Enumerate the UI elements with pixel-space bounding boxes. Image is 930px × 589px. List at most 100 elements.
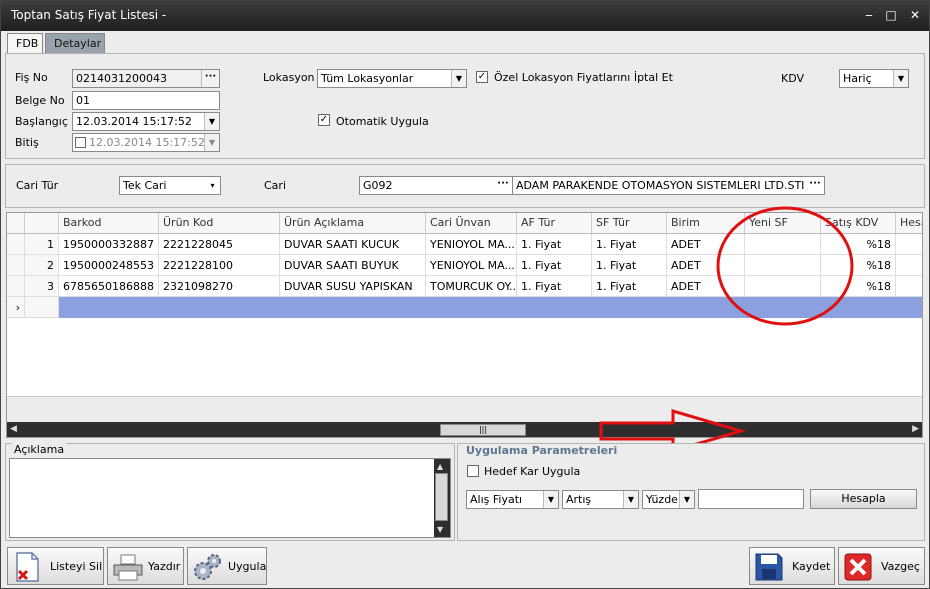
cell-barkod[interactable]: 1950000332887 [59,234,159,255]
uygula-button[interactable]: Uygula [187,547,267,585]
otomatik-uygula-checkbox[interactable]: ✓ [318,114,330,126]
cell-aciklama[interactable]: DUVAR SUSU YAPISKAN [280,276,426,297]
textarea-scroll-thumb[interactable] [435,473,448,521]
col-header-sf-tur[interactable]: SF Tür [592,213,667,234]
cell-hesa[interactable] [896,276,922,297]
cell-urun-kod[interactable]: 2221228100 [159,255,280,276]
row-indicator[interactable] [7,276,25,297]
cell-aciklama[interactable]: DUVAR SAATI KUCUK [280,234,426,255]
cell-n[interactable]: 1 [25,234,59,255]
cell-barkod[interactable]: 1950000248553 [59,255,159,276]
yazdir-button[interactable]: Yazdır [107,547,184,585]
vazgec-button[interactable]: Vazgeç [838,547,925,585]
cell-yeni-sf[interactable] [745,234,821,255]
amount-input[interactable] [698,489,804,509]
bitis-enable-checkbox[interactable] [75,137,86,148]
cell-barkod[interactable]: 6785650186888 [59,276,159,297]
params-title: Uygulama Parametreleri [466,444,618,457]
cell-yeni-sf[interactable] [745,255,821,276]
cell-satis-kdv[interactable]: %18 [821,276,896,297]
cell-af-tur[interactable]: 1. Fiyat [517,234,592,255]
chevron-down-icon[interactable]: ▾ [205,177,220,194]
artis-select[interactable]: Artış ▼ [562,490,639,509]
cari-lookup-button[interactable]: ··· [494,177,512,194]
cell-satis-kdv[interactable]: %18 [821,234,896,255]
cell-urun-kod[interactable]: 2321098270 [159,276,280,297]
chevron-down-icon[interactable]: ▼ [204,113,219,130]
baslangic-label: Başlangıç [15,115,68,128]
new-row-num [25,297,59,318]
cari-tur-select[interactable]: Tek Cari ▾ [119,176,221,195]
cell-n[interactable]: 2 [25,255,59,276]
cell-hesa[interactable] [896,255,922,276]
row-indicator[interactable] [7,255,25,276]
aciklama-scrollbar[interactable]: ▲ ▼ [434,459,450,537]
hedef-kar-checkbox[interactable] [467,465,479,477]
cari-panel: Cari Tür Tek Cari ▾ Cari G092 ··· ADAM P… [5,164,925,208]
col-header-satis-kdv[interactable]: Satış KDV [821,213,896,234]
cell-urun-kod[interactable]: 2221228045 [159,234,280,255]
fis-no-lookup-button[interactable]: ··· [201,70,219,87]
fis-no-field[interactable]: 0214031200043 ··· [72,69,220,88]
cari-tur-value: Tek Cari [123,179,167,192]
col-header-barkod[interactable]: Barkod [59,213,159,234]
listeyi-sil-button[interactable]: Listeyi Sil [7,547,104,585]
chevron-down-icon[interactable]: ▼ [543,491,558,508]
belge-no-field[interactable]: 01 [72,91,220,110]
col-header-hesa[interactable]: Hesa [896,213,922,234]
cari-name-field[interactable]: ADAM PARAKENDE OTOMASYON SISTEMLERI LTD.… [512,176,825,195]
cell-n[interactable]: 3 [25,276,59,297]
minimize-icon[interactable]: ‒ [859,7,879,23]
col-header-af-tur[interactable]: AF Tür [517,213,592,234]
fiyat-select[interactable]: Alış Fiyatı ▼ [466,490,559,509]
cell-cari-unvan[interactable]: YENIOYOL MA... [426,255,517,276]
tab-fdb[interactable]: FDB [7,33,43,53]
cell-birim[interactable]: ADET [667,276,745,297]
scroll-thumb[interactable]: ||| [440,424,526,436]
new-row-selected[interactable] [59,297,922,318]
cell-aciklama[interactable]: DUVAR SAATI BUYUK [280,255,426,276]
chevron-down-icon[interactable]: ▼ [893,70,908,87]
ozel-lokasyon-checkbox[interactable]: ✓ [476,71,488,83]
cell-birim[interactable]: ADET [667,234,745,255]
cell-sf-tur[interactable]: 1. Fiyat [592,234,667,255]
scroll-right-icon[interactable]: ▶ [912,424,919,434]
maximize-icon[interactable]: □ [881,7,901,23]
cari-code-field[interactable]: G092 ··· [359,176,513,195]
kaydet-button[interactable]: Kaydet [749,547,835,585]
kdv-select[interactable]: Hariç ▼ [839,69,909,88]
row-indicator[interactable] [7,234,25,255]
tab-detaylar[interactable]: Detaylar [45,33,105,53]
cell-cari-unvan[interactable]: YENIOYOL MA... [426,234,517,255]
hesapla-button[interactable]: Hesapla [810,489,917,509]
chevron-down-icon[interactable]: ▼ [623,491,638,508]
scroll-up-icon[interactable]: ▲ [437,462,443,471]
chevron-down-icon[interactable]: ▼ [451,70,466,87]
lokasyon-select[interactable]: Tüm Lokasyonlar ▼ [317,69,467,88]
cell-sf-tur[interactable]: 1. Fiyat [592,276,667,297]
close-icon[interactable]: ✕ [905,7,925,23]
col-header-urun-kod[interactable]: Ürün Kod [159,213,280,234]
cell-cari-unvan[interactable]: TOMURCUK OY... [426,276,517,297]
cell-hesa[interactable] [896,234,922,255]
cell-satis-kdv[interactable]: %18 [821,255,896,276]
cell-af-tur[interactable]: 1. Fiyat [517,255,592,276]
chevron-down-icon[interactable]: ▼ [204,134,219,151]
bitis-date-field[interactable]: 12.03.2014 15:17:52 ▼ [72,133,220,152]
scroll-down-icon[interactable]: ▼ [437,525,443,534]
cell-yeni-sf[interactable] [745,276,821,297]
aciklama-textarea[interactable]: ▲ ▼ [9,458,451,538]
horizontal-scrollbar[interactable]: ◀ ||| ▶ [7,422,922,437]
scroll-left-icon[interactable]: ◀ [10,424,17,434]
baslangic-date-field[interactable]: 12.03.2014 15:17:52 ▼ [72,112,220,131]
cell-birim[interactable]: ADET [667,255,745,276]
col-header-birim[interactable]: Birim [667,213,745,234]
col-header-yeni-sf[interactable]: Yeni SF [745,213,821,234]
col-header-cari-unvan[interactable]: Cari Ünvan [426,213,517,234]
cell-sf-tur[interactable]: 1. Fiyat [592,255,667,276]
cell-af-tur[interactable]: 1. Fiyat [517,276,592,297]
cari-name-lookup-button[interactable]: ··· [806,177,824,194]
col-header-urun-aciklama[interactable]: Ürün Açıklama [280,213,426,234]
chevron-down-icon[interactable]: ▼ [679,491,694,508]
yuzde-select[interactable]: Yüzde ▼ [642,490,695,509]
